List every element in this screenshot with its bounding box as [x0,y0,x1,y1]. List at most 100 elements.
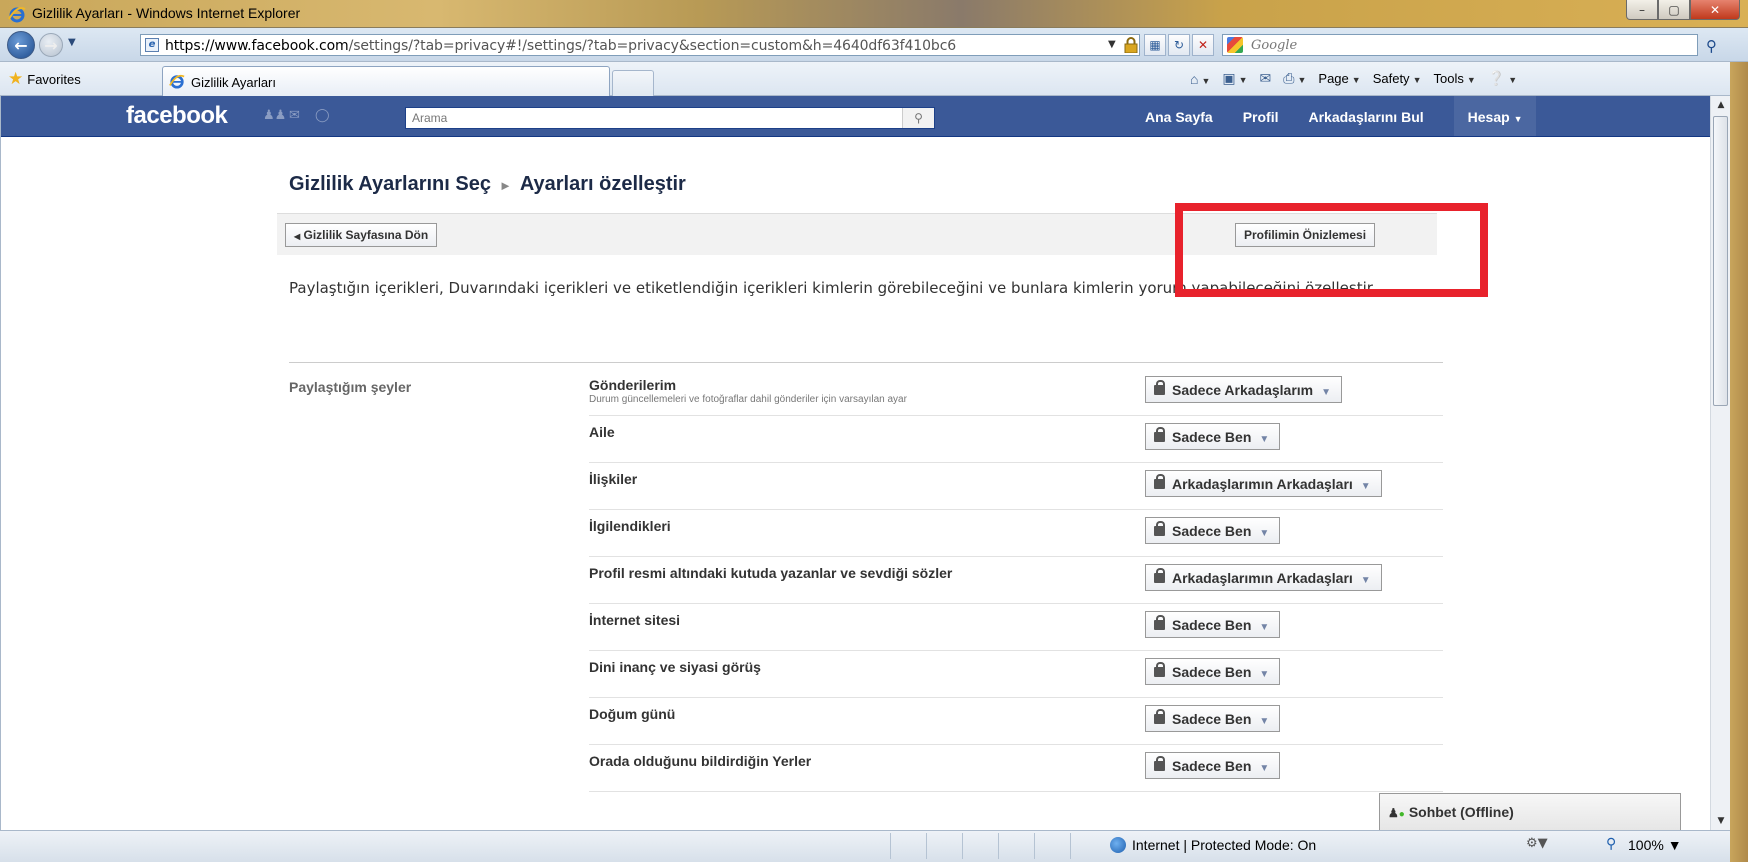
lock-icon[interactable] [1124,37,1138,53]
facebook-search-input[interactable]: Arama ⚲ [405,107,935,129]
friend-requests-icon[interactable]: ♟♟ [263,108,286,124]
favorites-label: Favorites [27,72,81,87]
help-icon[interactable]: ❔ ▼ [1488,70,1517,87]
dropdown-arrow-icon: ▼ [1259,669,1270,680]
address-bar: ← → ▼ e https://www.facebook.com/setting… [0,28,1748,62]
compatibility-view-icon[interactable]: ▦ [1144,34,1166,56]
dropdown-arrow-icon: ▼ [1259,528,1270,539]
privacy-value: Sadece Ben [1172,711,1252,727]
tab-gizlilik-ayarlari[interactable]: Gizlilik Ayarları [162,66,610,96]
refresh-icon[interactable]: ↻ [1168,34,1190,56]
back-to-privacy-label: Gizlilik Sayfasına Dön [303,228,429,242]
privacy-selector[interactable]: Sadece Ben ▼ [1145,517,1281,544]
nav-find-friends[interactable]: Arkadaşlarını Bul [1308,109,1423,136]
setting-row: İnternet sitesi Sadece Ben ▼ [589,598,1443,651]
search-input[interactable]: Google [1222,34,1698,56]
privacy-selector[interactable]: Sadece Ben ▼ [1145,611,1281,638]
nav-home[interactable]: Ana Sayfa [1145,109,1213,136]
history-dropdown-icon[interactable]: ▼ [68,37,76,48]
forward-button[interactable]: → [39,33,63,57]
minimize-button[interactable]: – [1626,0,1658,20]
breadcrumb-parent[interactable]: Gizlilik Ayarlarını Seç [289,173,491,195]
nav-profile[interactable]: Profil [1243,109,1279,136]
globe-icon [1110,837,1126,853]
scroll-thumb[interactable] [1713,116,1728,406]
lock-icon [1154,380,1165,395]
scroll-down-icon[interactable]: ▼ [1711,812,1731,830]
dropdown-arrow-icon: ▼ [1321,387,1332,398]
privacy-selector[interactable]: Arkadaşlarımın Arkadaşları ▼ [1145,564,1382,591]
privacy-selector[interactable]: Sadece Arkadaşlarım ▼ [1145,376,1343,403]
scroll-up-icon[interactable]: ▲ [1711,96,1731,114]
privacy-value: Sadece Ben [1172,664,1252,680]
person-icon: ♟ [1388,806,1399,820]
setting-name: Dini inanç ve siyasi görüş [589,659,761,675]
safety-menu[interactable]: Safety ▼ [1373,71,1422,86]
online-status-icon: ● [1398,809,1405,820]
setting-name: Gönderilerim [589,377,677,393]
privacy-selector[interactable]: Sadece Ben ▼ [1145,423,1281,450]
chevron-left-icon: ◀ [294,232,301,241]
back-button[interactable]: ← [7,31,35,59]
status-bar: Internet | Protected Mode: On ⚙▼ ⚲ 100% … [0,830,1730,862]
nav-account-menu[interactable]: Hesap ▼ [1453,96,1537,136]
highlight-box [1175,203,1488,297]
lock-icon [1154,709,1165,724]
favorites-button[interactable]: ★ Favorites [8,69,81,89]
feeds-icon[interactable]: ▣ ▼ [1222,70,1247,87]
nav-account-label: Hesap [1467,109,1510,125]
setting-description: Durum güncellemeleri ve fotoğraflar dahi… [589,394,907,405]
url-dropdown-icon[interactable]: ▼ [1108,39,1116,50]
url-field[interactable]: e https://www.facebook.com/settings/?tab… [140,34,1140,56]
facebook-logo[interactable]: facebook [126,102,228,130]
breadcrumb-current: Ayarları özelleştir [519,173,686,195]
tools-menu-label: Tools [1433,71,1464,86]
facebook-search-icon[interactable]: ⚲ [902,108,934,128]
zoom-level[interactable]: 100% ▼ [1628,837,1682,853]
search-icon[interactable]: ⚲ [1706,37,1717,55]
messages-icon[interactable]: ✉ [289,108,307,124]
page-menu[interactable]: Page ▼ [1318,71,1360,86]
privacy-value: Arkadaşlarımın Arkadaşları [1172,570,1353,586]
back-to-privacy-button[interactable]: ◀ Gizlilik Sayfasına Dön [285,223,438,247]
security-zone-label: Internet | Protected Mode: On [1132,837,1317,853]
vertical-scrollbar[interactable]: ▲ ▼ [1710,96,1730,830]
notifications-icon[interactable]: ◯ [315,108,333,124]
dropdown-arrow-icon: ▼ [1259,763,1270,774]
settings-list: Paylaştığım şeyler Gönderilerim Durum gü… [289,362,1443,792]
chat-bar[interactable]: ♟● Sohbet (Offline) [1379,793,1681,830]
facebook-search-placeholder: Arama [412,111,448,125]
page-menu-label: Page [1318,71,1349,86]
mail-icon[interactable]: ✉ [1260,70,1272,87]
privacy-selector[interactable]: Sadece Ben ▼ [1145,705,1281,732]
google-icon [1227,37,1243,53]
security-zone[interactable]: Internet | Protected Mode: On [1110,837,1316,853]
favorites-bar: ★ Favorites Gizlilik Ayarları ⌂ ▼ ▣ ▼ ✉ ⎙ ▼ … [0,62,1748,96]
setting-name: Doğum günü [589,706,676,722]
stop-icon[interactable]: ✕ [1192,34,1214,56]
privacy-selector[interactable]: Arkadaşlarımın Arkadaşları ▼ [1145,470,1382,497]
privacy-selector[interactable]: Sadece Ben ▼ [1145,752,1281,779]
lock-icon [1154,474,1165,489]
dropdown-arrow-icon: ▼ [1360,481,1371,492]
protected-mode-icon[interactable]: ⚙▼ [1526,836,1548,851]
privacy-value: Sadece Ben [1172,523,1252,539]
facebook-header: facebook ♟♟ ✉ ◯ Arama ⚲ Ana Sayfa Profil… [1,96,1710,137]
lock-icon [1154,568,1165,583]
tab-label: Gizlilik Ayarları [191,75,277,90]
lock-icon [1154,521,1165,536]
maximize-button[interactable]: ▢ [1658,0,1690,20]
setting-row: Gönderilerim Durum güncellemeleri ve fot… [589,363,1443,416]
dropdown-arrow-icon: ▼ [1360,575,1371,586]
home-icon[interactable]: ⌂ ▼ [1190,71,1210,87]
new-tab-button[interactable] [612,70,654,96]
close-window-button[interactable]: ✕ [1690,0,1740,20]
star-icon: ★ [8,69,24,88]
lock-icon [1154,615,1165,630]
safety-menu-label: Safety [1372,71,1410,86]
privacy-selector[interactable]: Sadece Ben ▼ [1145,658,1281,685]
print-icon[interactable]: ⎙ ▼ [1283,70,1306,87]
tools-menu[interactable]: Tools ▼ [1433,71,1475,86]
privacy-value: Sadece Arkadaşlarım [1172,382,1314,398]
setting-name: İlişkiler [589,471,638,487]
